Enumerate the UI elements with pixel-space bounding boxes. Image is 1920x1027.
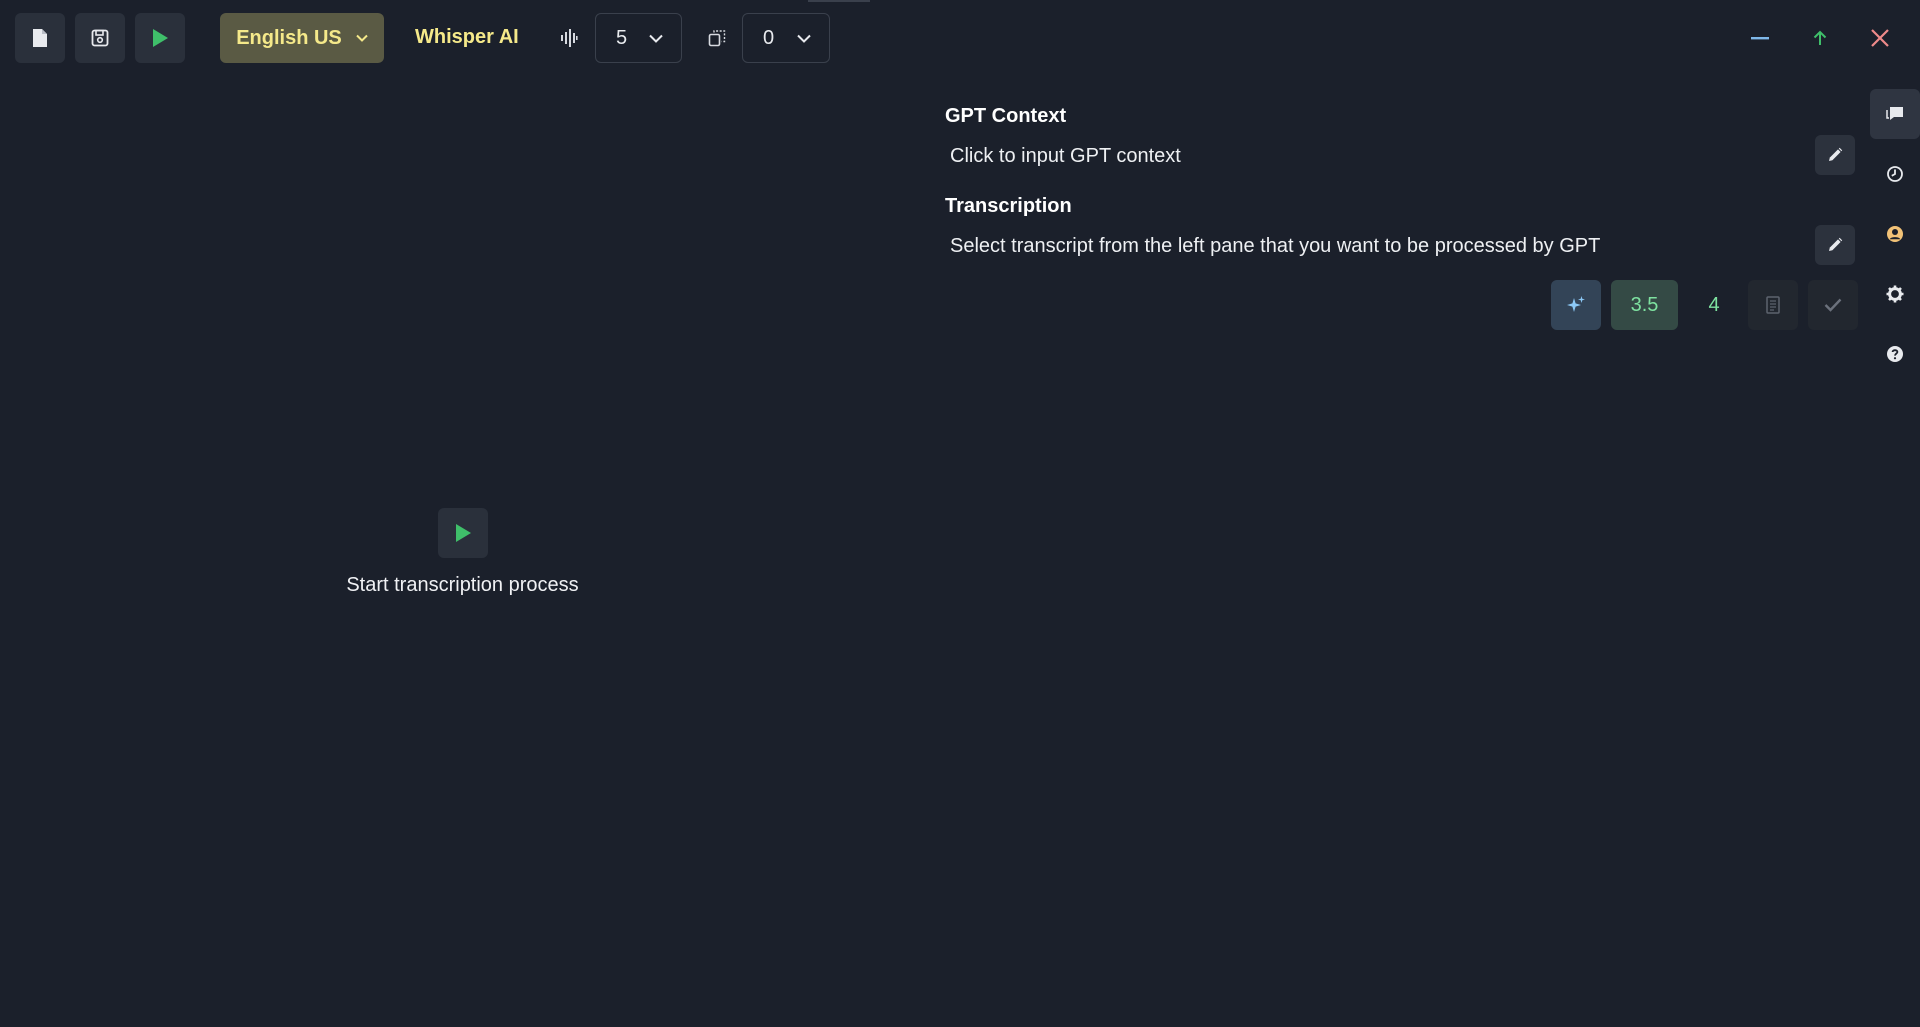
beam-size-select[interactable]: 5 xyxy=(595,13,682,63)
history-icon xyxy=(1887,166,1903,182)
arrow-up-icon xyxy=(1813,30,1827,45)
document-button[interactable] xyxy=(1748,280,1798,330)
check-icon xyxy=(1824,298,1842,312)
model-selector[interactable]: Whisper AI xyxy=(415,26,519,49)
right-sidebar xyxy=(1866,76,1920,1027)
chevron-down-icon xyxy=(797,34,811,43)
sparkles-icon xyxy=(1567,296,1585,312)
user-icon xyxy=(1887,226,1903,242)
language-dropdown[interactable]: English US xyxy=(220,13,384,63)
help-icon xyxy=(1887,346,1903,362)
close-icon xyxy=(1871,29,1889,47)
chevron-down-icon xyxy=(356,34,368,42)
minimize-button[interactable] xyxy=(1740,18,1780,58)
sidebar-item-chat[interactable] xyxy=(1870,89,1920,139)
save-button[interactable] xyxy=(75,13,125,63)
minimize-icon xyxy=(1751,37,1769,40)
sidebar-item-history[interactable] xyxy=(1870,149,1920,199)
start-transcription-label: Start transcription process xyxy=(346,574,579,596)
chat-icon xyxy=(1886,107,1903,120)
sidebar-item-user[interactable] xyxy=(1870,209,1920,259)
chevron-down-icon xyxy=(649,34,663,43)
play-icon xyxy=(153,29,168,47)
save-icon xyxy=(91,29,109,47)
offset-select[interactable]: 0 xyxy=(742,13,830,63)
titlebar: English US Whisper AI 5 0 xyxy=(0,0,1920,76)
new-file-button[interactable] xyxy=(15,13,65,63)
transcription-text: Select transcript from the left pane tha… xyxy=(950,235,1601,257)
language-label: English US xyxy=(236,26,342,49)
file-icon xyxy=(33,29,47,47)
run-button[interactable] xyxy=(135,13,185,63)
play-icon xyxy=(455,524,471,542)
pin-top-button[interactable] xyxy=(1800,18,1840,58)
gpt-3-5-button[interactable]: 3.5 xyxy=(1611,280,1678,330)
gpt-4-button[interactable]: 4 xyxy=(1689,280,1739,330)
pencil-icon xyxy=(1829,147,1843,161)
document-icon xyxy=(1766,296,1780,314)
ai-process-button[interactable] xyxy=(1551,280,1601,330)
pencil-icon xyxy=(1829,237,1843,251)
gpt-context-title: GPT Context xyxy=(945,105,1067,127)
edit-transcription-button[interactable] xyxy=(1815,225,1855,265)
copy-pages-icon xyxy=(708,30,726,47)
beam-size-value: 5 xyxy=(616,26,628,49)
gpt-context-input[interactable]: Click to input GPT context xyxy=(950,145,1181,168)
start-transcription-panel: Start transcription process xyxy=(300,508,625,597)
settings-icon xyxy=(1886,285,1904,303)
offset-value: 0 xyxy=(763,26,775,49)
edit-context-button[interactable] xyxy=(1815,135,1855,175)
confirm-button[interactable] xyxy=(1808,280,1858,330)
sidebar-item-help[interactable] xyxy=(1870,329,1920,379)
app-window: English US Whisper AI 5 0 Start transcri… xyxy=(0,0,1920,1027)
sidebar-item-settings[interactable] xyxy=(1870,269,1920,319)
close-button[interactable] xyxy=(1860,18,1900,58)
start-transcription-button[interactable] xyxy=(437,508,488,558)
drag-indicator[interactable] xyxy=(808,0,870,2)
waveform-icon xyxy=(561,29,578,47)
transcription-title: Transcription xyxy=(945,195,1072,217)
